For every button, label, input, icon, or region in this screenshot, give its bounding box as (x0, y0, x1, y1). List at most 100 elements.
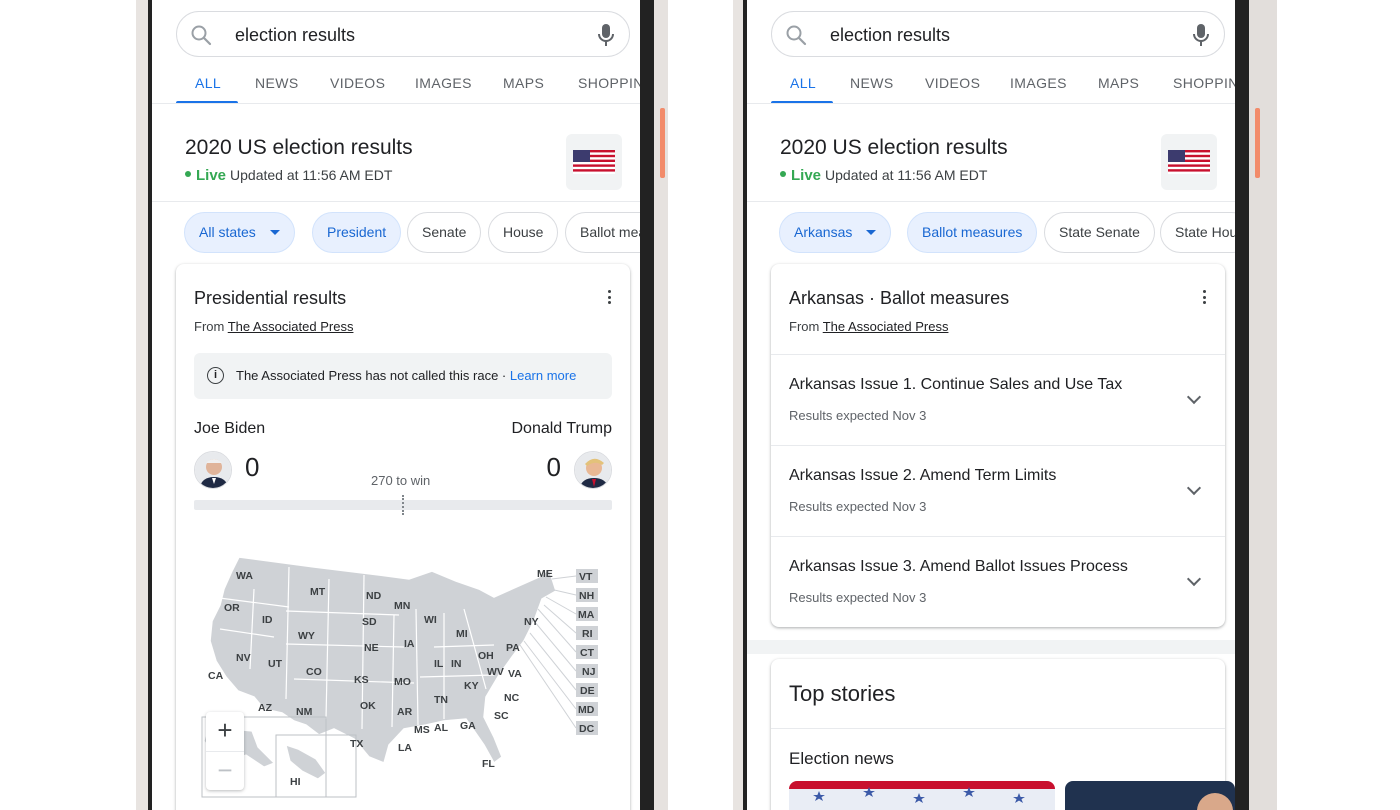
ballot-measure-item[interactable]: Arkansas Issue 1. Continue Sales and Use… (771, 354, 1225, 445)
tab-news[interactable]: NEWS (255, 75, 299, 91)
news-thumbnail[interactable] (1065, 781, 1235, 810)
tab-videos[interactable]: VIDEOS (925, 75, 980, 91)
svg-text:MO: MO (394, 676, 411, 688)
svg-text:VA: VA (508, 668, 522, 680)
tab-shopping[interactable]: SHOPPIN (578, 75, 640, 91)
svg-text:AZ: AZ (258, 702, 273, 714)
svg-text:CT: CT (580, 647, 595, 659)
svg-text:NC: NC (504, 692, 520, 704)
section-separator (747, 640, 1235, 654)
ballot-measure-item[interactable]: Arkansas Issue 2. Amend Term Limits Resu… (771, 445, 1225, 536)
svg-text:AR: AR (397, 706, 413, 718)
notice-text: The Associated Press has not called this… (236, 368, 576, 383)
svg-text:WY: WY (298, 630, 315, 642)
tab-images[interactable]: IMAGES (1010, 75, 1067, 91)
tab-all[interactable]: ALL (195, 75, 221, 91)
chip-ballot-measures[interactable]: Ballot mea (565, 212, 640, 253)
measure-title: Arkansas Issue 3. Amend Ballot Issues Pr… (789, 558, 1128, 575)
phone-bezel-right (638, 0, 654, 810)
tab-videos[interactable]: VIDEOS (330, 75, 385, 91)
live-dot-icon (185, 171, 191, 178)
svg-text:MN: MN (394, 600, 410, 612)
active-tab-indicator (771, 101, 833, 103)
more-options-icon[interactable] (608, 290, 612, 306)
page-title: 2020 US election results (185, 136, 413, 159)
to-win-label: 270 to win (371, 473, 431, 488)
svg-text:CA: CA (208, 670, 224, 682)
header-divider (152, 201, 640, 202)
live-status: Live Updated at 11:56 AM EDT (780, 167, 987, 184)
measure-status: Results expected Nov 3 (789, 499, 927, 514)
live-dot-icon (780, 171, 786, 178)
svg-text:KY: KY (464, 680, 479, 692)
microphone-icon[interactable] (595, 22, 617, 48)
svg-text:IL: IL (434, 658, 444, 670)
chevron-down-icon[interactable] (1186, 480, 1202, 496)
source-line: From The Associated Press (194, 319, 353, 334)
chevron-down-icon[interactable] (1186, 571, 1202, 587)
svg-text:MT: MT (310, 586, 326, 598)
source-link[interactable]: The Associated Press (823, 319, 949, 334)
search-bar[interactable]: election results (176, 11, 630, 57)
chip-ballot-measures[interactable]: Ballot measures (907, 212, 1038, 253)
svg-text:ME: ME (537, 568, 553, 580)
trump-avatar (574, 451, 612, 489)
svg-text:UT: UT (268, 658, 283, 670)
candidate-left-votes: 0 (245, 452, 260, 482)
svg-text:DE: DE (580, 685, 595, 697)
phone-side-button (660, 108, 665, 178)
news-thumbnail[interactable] (789, 781, 1055, 810)
svg-text:ND: ND (366, 590, 382, 602)
svg-text:ID: ID (262, 614, 273, 626)
tab-images[interactable]: IMAGES (415, 75, 472, 91)
chip-state-house[interactable]: State Hou (1160, 212, 1235, 253)
chip-label: Arkansas (794, 224, 853, 240)
chip-president[interactable]: President (312, 212, 402, 253)
zoom-out-button[interactable]: − (206, 751, 244, 790)
active-tab-indicator (176, 101, 238, 103)
microphone-icon[interactable] (1190, 22, 1212, 48)
svg-text:WA: WA (236, 570, 253, 582)
tab-shopping[interactable]: SHOPPIN (1173, 75, 1235, 91)
svg-text:FL: FL (482, 758, 495, 770)
source-link[interactable]: The Associated Press (228, 319, 354, 334)
us-electoral-map[interactable]: WA OR MT ND MN ID SD WI MI NY WY NE IA PA NV UT CO IL I… (194, 549, 614, 799)
more-options-icon[interactable] (1203, 290, 1207, 306)
tab-all[interactable]: ALL (790, 75, 816, 91)
svg-text:OR: OR (224, 602, 240, 614)
us-flag-icon (566, 134, 622, 190)
search-query[interactable]: election results (830, 25, 950, 46)
svg-text:LA: LA (398, 742, 412, 754)
learn-more-link[interactable]: Learn more (510, 368, 576, 383)
search-icon (191, 25, 212, 46)
chip-label: Ballot mea (580, 224, 640, 240)
top-stories-divider (771, 728, 1225, 729)
live-label: Live (791, 167, 822, 184)
ballot-measure-item[interactable]: Arkansas Issue 3. Amend Ballot Issues Pr… (771, 536, 1225, 627)
presidential-results-card: Presidential results From The Associated… (176, 264, 630, 810)
chip-senate[interactable]: Senate (407, 212, 482, 253)
search-query[interactable]: election results (235, 25, 355, 46)
chip-house[interactable]: House (488, 212, 559, 253)
svg-text:NM: NM (296, 706, 313, 718)
measure-status: Results expected Nov 3 (789, 590, 927, 605)
candidate-right-name: Donald Trump (511, 420, 613, 437)
chip-all-states[interactable]: All states (184, 212, 295, 253)
chip-state-senate[interactable]: State Senate (1044, 212, 1155, 253)
svg-text:SC: SC (494, 710, 509, 722)
svg-text:HI: HI (290, 776, 301, 788)
tab-maps[interactable]: MAPS (1098, 75, 1139, 91)
svg-text:WV: WV (487, 666, 504, 678)
tab-maps[interactable]: MAPS (503, 75, 544, 91)
chevron-down-icon[interactable] (1186, 389, 1202, 405)
filter-chips: All states President Senate House Ballot… (152, 212, 640, 254)
chip-label: State Hou (1175, 224, 1235, 240)
svg-text:NJ: NJ (582, 666, 596, 678)
chip-state-arkansas[interactable]: Arkansas (779, 212, 892, 253)
electoral-vote-bar (194, 495, 612, 515)
search-bar[interactable]: election results (771, 11, 1225, 57)
dropdown-caret-icon (269, 229, 280, 235)
tab-news[interactable]: NEWS (850, 75, 894, 91)
chip-label: All states (199, 224, 256, 240)
zoom-in-button[interactable]: + (206, 712, 244, 751)
